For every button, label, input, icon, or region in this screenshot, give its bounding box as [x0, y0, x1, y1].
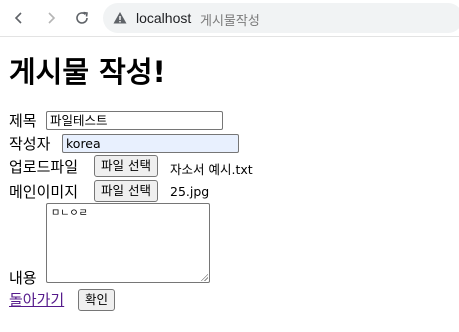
back-link[interactable]: 돌아가기	[9, 289, 64, 310]
author-label: 작성자	[9, 135, 51, 153]
content-label: 내용	[9, 269, 37, 287]
upload-file-label: 업로드파일	[9, 158, 79, 176]
url-path: 게시물작성	[200, 14, 260, 29]
page-title: 게시물 작성!	[9, 55, 166, 89]
url-host: localhost	[136, 10, 192, 26]
address-bar[interactable]: localhost 게시물작성	[103, 3, 459, 33]
author-input[interactable]: korea	[62, 134, 239, 153]
browser-toolbar: localhost 게시물작성	[0, 0, 459, 37]
confirm-button[interactable]: 확인	[78, 289, 116, 311]
main-image-label: 메인이미지	[9, 183, 79, 201]
not-secure-warning-icon[interactable]	[113, 11, 127, 25]
title-label: 제목	[9, 112, 37, 130]
back-arrow-icon[interactable]	[9, 8, 29, 28]
resize-grip-icon[interactable]	[200, 273, 208, 281]
title-input[interactable]: 파일테스트	[46, 111, 223, 130]
content-text: ㅁㄴㅇㄹ	[51, 208, 88, 219]
reload-icon[interactable]	[72, 8, 92, 28]
main-image-file-name: 25.jpg	[170, 184, 210, 199]
forward-arrow-icon[interactable]	[41, 8, 61, 28]
main-image-button[interactable]: 파일 선택	[94, 180, 158, 202]
upload-file-button[interactable]: 파일 선택	[94, 155, 158, 177]
content-textarea[interactable]: ㅁㄴㅇㄹ	[46, 203, 210, 283]
upload-file-name: 자소서 예시.txt	[170, 162, 253, 177]
